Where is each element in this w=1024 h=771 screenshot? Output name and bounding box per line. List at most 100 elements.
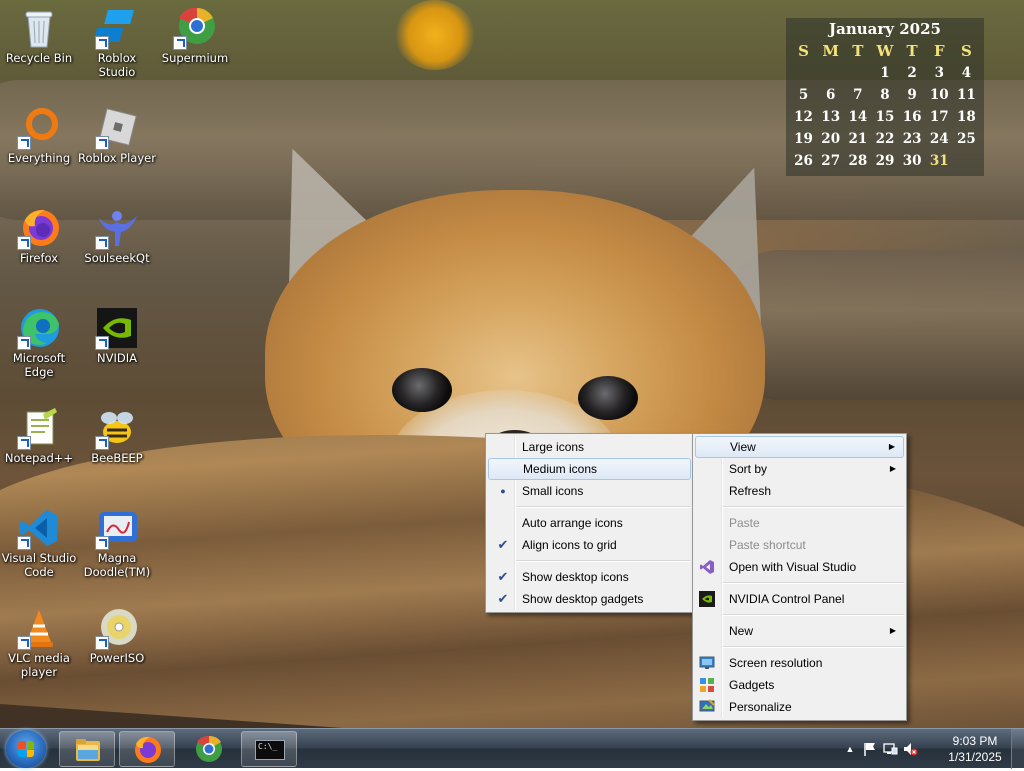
calendar-day[interactable]: 8: [872, 84, 898, 106]
calendar-day[interactable]: 1: [872, 62, 898, 84]
taskbar-button-supermium[interactable]: [181, 731, 237, 767]
desktop-icon-soulseekqt[interactable]: SoulseekQt: [78, 206, 156, 265]
calendar-day[interactable]: 21: [845, 128, 871, 150]
calendar-day[interactable]: 28: [845, 150, 871, 172]
calendar-day[interactable]: 25: [953, 128, 979, 150]
shortcut-arrow-icon: [173, 36, 187, 50]
calendar-day[interactable]: 2: [899, 62, 925, 84]
calendar-day[interactable]: 14: [845, 106, 871, 128]
view-submenu-item-show-desktop-gadgets[interactable]: ✔ Show desktop gadgets: [488, 588, 691, 610]
context-menu-item-paste: Paste: [695, 512, 904, 534]
context-menu-item-open-with-visual-studio[interactable]: Open with Visual Studio: [695, 556, 904, 578]
recycle-bin-icon: [17, 6, 61, 50]
context-menu-item-sort-by[interactable]: Sort by ▶: [695, 458, 904, 480]
desktop-icon-notepadpp[interactable]: Notepad++: [0, 406, 78, 465]
roblox-studio-icon: [93, 6, 139, 50]
action-center-flag-icon[interactable]: [862, 741, 878, 757]
calendar-gadget[interactable]: January 2025 S M T W T F S 1 2 3 4 5 6 7 8 9 10 11…: [786, 18, 984, 176]
calendar-weekday-header: S M T W T F S: [786, 40, 984, 62]
calendar-day[interactable]: 20: [818, 128, 844, 150]
calendar-day[interactable]: 7: [845, 84, 871, 106]
menu-item-label: Medium icons: [523, 462, 598, 476]
context-menu-item-new[interactable]: New ▶: [695, 620, 904, 642]
calendar-day[interactable]: 30: [899, 150, 925, 172]
calendar-day[interactable]: 12: [791, 106, 817, 128]
calendar-day[interactable]: 22: [872, 128, 898, 150]
desktop-icon-label: Microsoft Edge: [12, 351, 66, 379]
context-menu-item-view[interactable]: View ▶: [695, 436, 904, 458]
desktop-icon-nvidia[interactable]: NVIDIA: [78, 306, 156, 365]
context-menu-item-screen-resolution[interactable]: Screen resolution: [695, 652, 904, 674]
calendar-day[interactable]: 6: [818, 84, 844, 106]
calendar-week-row: 1234: [786, 62, 984, 84]
network-icon[interactable]: [882, 741, 898, 757]
view-submenu-item-show-desktop-icons[interactable]: ✔ Show desktop icons: [488, 566, 691, 588]
calendar-day[interactable]: 26: [791, 150, 817, 172]
supermium-icon: [196, 735, 222, 762]
firefox-icon: [135, 736, 161, 763]
calendar-day[interactable]: 24: [926, 128, 952, 150]
calendar-day-today[interactable]: 31: [926, 150, 952, 172]
context-menu-item-personalize[interactable]: Personalize: [695, 696, 904, 718]
firefox-icon: [17, 206, 61, 250]
calendar-day[interactable]: 27: [818, 150, 844, 172]
calendar-weekday: T: [906, 42, 918, 60]
show-desktop-button[interactable]: [1011, 729, 1024, 769]
calendar-day[interactable]: 29: [872, 150, 898, 172]
volume-muted-icon[interactable]: [902, 741, 918, 757]
desktop-icon-firefox[interactable]: Firefox: [0, 206, 78, 265]
desktop-icon-recycle-bin[interactable]: Recycle Bin: [0, 6, 78, 65]
shortcut-arrow-icon: [95, 436, 109, 450]
calendar-day[interactable]: 4: [953, 62, 979, 84]
start-button[interactable]: [6, 730, 46, 768]
view-submenu-item-large-icons[interactable]: Large icons: [488, 436, 691, 458]
shortcut-arrow-icon: [17, 536, 31, 550]
poweriso-icon: [95, 606, 139, 650]
view-submenu-item-align-icons-to-grid[interactable]: ✔ Align icons to grid: [488, 534, 691, 556]
calendar-day[interactable]: 10: [926, 84, 952, 106]
show-hidden-icons-button[interactable]: ▲: [842, 741, 858, 757]
calendar-day[interactable]: 9: [899, 84, 925, 106]
desktop-icon-vlc[interactable]: VLC media player: [0, 606, 78, 679]
desktop-icon-vscode[interactable]: Visual Studio Code: [0, 506, 78, 579]
desktop-icon-beebeep[interactable]: BeeBEEP: [78, 406, 156, 465]
taskbar-button-command-prompt[interactable]: C:\_: [241, 731, 297, 767]
calendar-day[interactable]: 23: [899, 128, 925, 150]
calendar-day[interactable]: 19: [791, 128, 817, 150]
calendar-day[interactable]: 11: [953, 84, 979, 106]
desktop-icon-magna-doodle[interactable]: Magna Doodle(TM): [78, 506, 156, 579]
context-menu-item-refresh[interactable]: Refresh: [695, 480, 904, 502]
view-submenu-item-small-icons[interactable]: ● Small icons: [488, 480, 691, 502]
context-menu-item-paste-shortcut: Paste shortcut: [695, 534, 904, 556]
checkmark-icon: ✔: [497, 537, 509, 552]
shortcut-arrow-icon: [95, 36, 109, 50]
view-submenu-item-auto-arrange-icons[interactable]: Auto arrange icons: [488, 512, 691, 534]
command-prompt-glyph: C:\_: [258, 742, 278, 751]
calendar-day[interactable]: 16: [899, 106, 925, 128]
desktop-icon-roblox-studio[interactable]: Roblox Studio: [78, 6, 156, 79]
desktop-icon-everything[interactable]: Everything: [0, 106, 78, 165]
taskbar-button-file-explorer[interactable]: [59, 731, 115, 767]
context-menu-item-gadgets[interactable]: Gadgets: [695, 674, 904, 696]
calendar-day[interactable]: 18: [953, 106, 979, 128]
desktop-icon-roblox-player[interactable]: Roblox Player: [78, 106, 156, 165]
taskbar-clock[interactable]: 9:03 PM 1/31/2025: [940, 733, 1010, 765]
view-submenu-item-medium-icons[interactable]: Medium icons: [488, 458, 691, 480]
calendar-day[interactable]: 3: [926, 62, 952, 84]
calendar-day[interactable]: 17: [926, 106, 952, 128]
taskbar-button-firefox[interactable]: [119, 731, 175, 767]
calendar-day[interactable]: 5: [791, 84, 817, 106]
context-menu-item-nvidia-control-panel[interactable]: NVIDIA Control Panel: [695, 588, 904, 610]
calendar-week-row: 12 13 14 15 16 17 18: [786, 106, 984, 128]
calendar-day[interactable]: 13: [818, 106, 844, 128]
desktop-icon-microsoft-edge[interactable]: Microsoft Edge: [0, 306, 78, 379]
desktop-icon-label: BeeBEEP: [91, 451, 143, 465]
view-submenu: Large icons Medium icons ● Small icons Auto …: [485, 433, 694, 613]
desktop-icon-poweriso[interactable]: PowerISO: [78, 606, 156, 665]
calendar-day[interactable]: 15: [872, 106, 898, 128]
calendar-weekday: F: [933, 42, 945, 60]
menu-item-label: View: [730, 440, 756, 454]
calendar-empty-cell: [953, 150, 979, 172]
menu-item-label: Show desktop gadgets: [522, 592, 644, 606]
desktop-icon-supermium[interactable]: Supermium: [156, 6, 234, 65]
